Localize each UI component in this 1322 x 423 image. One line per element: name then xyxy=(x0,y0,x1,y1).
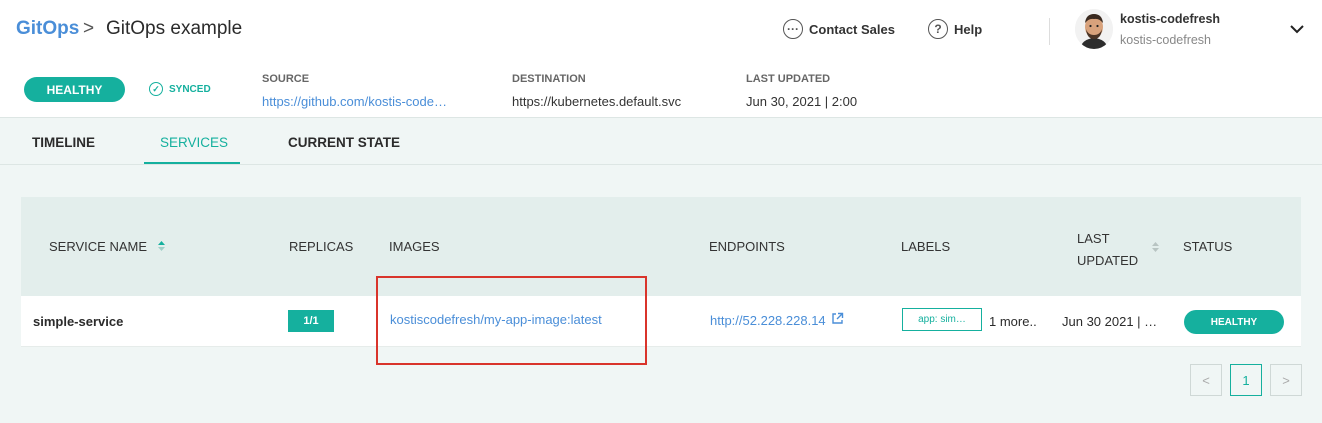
header-divider xyxy=(1049,18,1050,45)
column-labels: LABELS xyxy=(901,239,951,254)
source-label: SOURCE xyxy=(262,73,310,85)
column-endpoints: ENDPOINTS xyxy=(709,239,785,254)
tab-services[interactable]: SERVICES xyxy=(160,135,228,150)
breadcrumb-separator: > xyxy=(83,18,95,39)
help-label: Help xyxy=(954,21,983,37)
health-status-badge: HEALTHY xyxy=(24,77,125,102)
top-header: GitOps > GitOps example ··· Contact Sale… xyxy=(0,0,1322,60)
tab-bar: TIMELINE SERVICES CURRENT STATE xyxy=(0,119,1322,165)
page-title: GitOps example xyxy=(106,18,243,39)
last-updated-value: Jun 30, 2021 | 2:00 xyxy=(746,94,858,109)
column-last-updated-label-line2: UPDATED xyxy=(1077,253,1139,268)
column-replicas: REPLICAS xyxy=(289,239,354,254)
last-updated-label: LAST UPDATED xyxy=(746,73,831,85)
source-link[interactable]: https://github.com/kostis-code… xyxy=(262,94,462,109)
table-row[interactable]: simple-service 1/1 kostiscodefresh/my-ap… xyxy=(21,296,1301,347)
user-account: kostis-codefresh xyxy=(1120,33,1212,47)
endpoint-link[interactable]: http://52.228.228.14 xyxy=(710,312,844,328)
column-status: STATUS xyxy=(1183,239,1233,254)
breadcrumb-root-link[interactable]: GitOps xyxy=(16,18,79,40)
pagination-prev-button[interactable]: < xyxy=(1190,364,1222,396)
chat-bubble-icon: ··· xyxy=(783,19,803,39)
pagination-page-1[interactable]: 1 xyxy=(1230,364,1262,396)
labels-more-link[interactable]: 1 more.. xyxy=(989,314,1037,329)
service-name[interactable]: simple-service xyxy=(33,314,123,329)
destination-value: https://kubernetes.default.svc xyxy=(512,94,682,109)
contact-sales-button[interactable]: ··· Contact Sales xyxy=(783,19,895,39)
active-tab-indicator xyxy=(144,162,240,164)
column-service-name[interactable]: SERVICE NAME xyxy=(49,239,166,255)
column-service-name-label: SERVICE NAME xyxy=(49,239,148,254)
tab-timeline[interactable]: TIMELINE xyxy=(32,135,95,150)
pagination-next-button[interactable]: > xyxy=(1270,364,1302,396)
contact-sales-label: Contact Sales xyxy=(809,21,895,37)
last-updated-cell: Jun 30 2021 | … xyxy=(1062,314,1158,329)
external-link-icon xyxy=(831,312,844,328)
destination-label: DESTINATION xyxy=(512,73,586,85)
chevron-down-icon[interactable] xyxy=(1289,22,1305,40)
sync-status: ✓ SYNCED xyxy=(149,82,211,96)
column-last-updated-label-line1: LAST xyxy=(1077,231,1110,246)
sort-icon[interactable] xyxy=(157,240,166,255)
column-last-updated[interactable]: LAST UPDATED xyxy=(1077,228,1138,272)
services-table-header: SERVICE NAME REPLICAS IMAGES ENDPOINTS L… xyxy=(21,197,1301,296)
endpoint-url: http://52.228.228.14 xyxy=(710,312,826,328)
user-name: kostis-codefresh xyxy=(1120,12,1221,26)
app-status-bar: HEALTHY ✓ SYNCED SOURCE https://github.c… xyxy=(0,60,1322,118)
replicas-badge: 1/1 xyxy=(288,310,334,332)
avatar[interactable] xyxy=(1075,9,1113,49)
sync-status-label: SYNCED xyxy=(169,83,211,95)
column-images: IMAGES xyxy=(389,239,440,254)
question-icon: ? xyxy=(928,19,948,39)
help-button[interactable]: ? Help xyxy=(928,19,982,39)
tab-current-state[interactable]: CURRENT STATE xyxy=(288,135,400,150)
highlight-box xyxy=(376,276,647,365)
status-badge: HEALTHY xyxy=(1184,310,1284,334)
label-chip[interactable]: app: sim… xyxy=(902,308,982,331)
check-circle-icon: ✓ xyxy=(149,82,163,96)
sort-icon[interactable] xyxy=(1151,240,1160,258)
